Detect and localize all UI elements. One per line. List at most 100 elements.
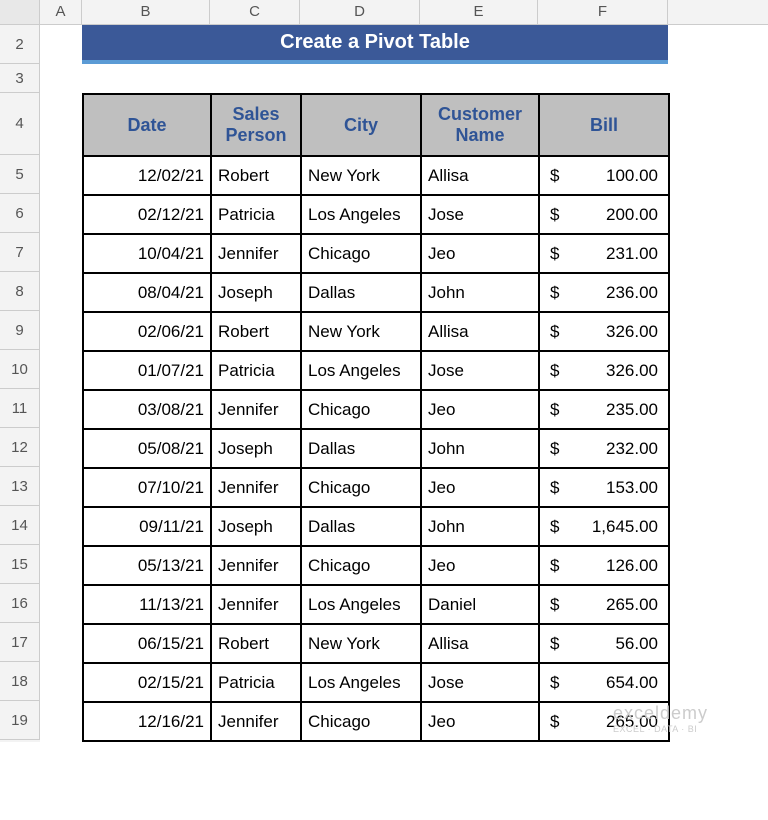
cell-customer[interactable]: Jose [421, 351, 539, 390]
header-city[interactable]: City [301, 94, 421, 156]
cell-bill[interactable]: $232.00 [539, 429, 669, 468]
cell-date[interactable]: 11/13/21 [83, 585, 211, 624]
row-header-12[interactable]: 12 [0, 428, 40, 467]
cell-city[interactable]: Dallas [301, 273, 421, 312]
cell-bill[interactable]: $200.00 [539, 195, 669, 234]
cell-date[interactable]: 12/16/21 [83, 702, 211, 741]
row-header-7[interactable]: 7 [0, 233, 40, 272]
cell-customer[interactable]: John [421, 429, 539, 468]
cell-bill[interactable]: $265.00 [539, 585, 669, 624]
cell-city[interactable]: Chicago [301, 390, 421, 429]
col-header-E[interactable]: E [420, 0, 538, 24]
cell-date[interactable]: 07/10/21 [83, 468, 211, 507]
row-3-gap[interactable] [40, 64, 768, 93]
cell-person[interactable]: Robert [211, 312, 301, 351]
cell-customer[interactable]: Jeo [421, 390, 539, 429]
cell-city[interactable]: New York [301, 624, 421, 663]
cell-person[interactable]: Joseph [211, 273, 301, 312]
cell-bill[interactable]: $236.00 [539, 273, 669, 312]
cell-customer[interactable]: Jose [421, 195, 539, 234]
row-header-15[interactable]: 15 [0, 545, 40, 584]
header-customer[interactable]: Customer Name [421, 94, 539, 156]
cell-date[interactable]: 02/15/21 [83, 663, 211, 702]
cell-date[interactable]: 05/08/21 [83, 429, 211, 468]
cell-customer[interactable]: John [421, 507, 539, 546]
cell-A2[interactable] [40, 25, 82, 64]
cell-customer[interactable]: Allisa [421, 156, 539, 195]
cell-date[interactable]: 01/07/21 [83, 351, 211, 390]
row-header-5[interactable]: 5 [0, 155, 40, 194]
cell-date[interactable]: 08/04/21 [83, 273, 211, 312]
row-header-18[interactable]: 18 [0, 662, 40, 701]
cell-bill[interactable]: $100.00 [539, 156, 669, 195]
cell-date[interactable]: 03/08/21 [83, 390, 211, 429]
cell-date[interactable]: 06/15/21 [83, 624, 211, 663]
header-sales-person[interactable]: Sales Person [211, 94, 301, 156]
row-header-6[interactable]: 6 [0, 194, 40, 233]
row-header-17[interactable]: 17 [0, 623, 40, 662]
row-header-19[interactable]: 19 [0, 701, 40, 740]
cell-person[interactable]: Patricia [211, 663, 301, 702]
cell-person[interactable]: Jennifer [211, 702, 301, 741]
cell-person[interactable]: Jennifer [211, 234, 301, 273]
cell-city[interactable]: Chicago [301, 546, 421, 585]
cell-customer[interactable]: John [421, 273, 539, 312]
row-header-13[interactable]: 13 [0, 467, 40, 506]
cell-bill[interactable]: $231.00 [539, 234, 669, 273]
cell-customer[interactable]: Allisa [421, 312, 539, 351]
cell-bill[interactable]: $56.00 [539, 624, 669, 663]
cell-date[interactable]: 02/12/21 [83, 195, 211, 234]
cell-bill[interactable]: $654.00 [539, 663, 669, 702]
cell-bill[interactable]: $153.00 [539, 468, 669, 507]
row-header-3[interactable]: 3 [0, 64, 40, 93]
cell-customer[interactable]: Jeo [421, 546, 539, 585]
title-merged-cell[interactable]: Create a Pivot Table [82, 25, 668, 64]
header-bill[interactable]: Bill [539, 94, 669, 156]
cell-city[interactable]: Chicago [301, 702, 421, 741]
cell-city[interactable]: Chicago [301, 234, 421, 273]
cell-customer[interactable]: Jeo [421, 234, 539, 273]
cell-person[interactable]: Patricia [211, 351, 301, 390]
header-date[interactable]: Date [83, 94, 211, 156]
cell-bill[interactable]: $1,645.00 [539, 507, 669, 546]
row-header-14[interactable]: 14 [0, 506, 40, 545]
cell-city[interactable]: New York [301, 156, 421, 195]
select-all-corner[interactable] [0, 0, 40, 24]
cell-city[interactable]: Dallas [301, 507, 421, 546]
cell-date[interactable]: 12/02/21 [83, 156, 211, 195]
cell-person[interactable]: Jennifer [211, 468, 301, 507]
row-header-16[interactable]: 16 [0, 584, 40, 623]
col-header-B[interactable]: B [82, 0, 210, 24]
cell-person[interactable]: Patricia [211, 195, 301, 234]
col-header-D[interactable]: D [300, 0, 420, 24]
row-header-8[interactable]: 8 [0, 272, 40, 311]
cell-bill[interactable]: $235.00 [539, 390, 669, 429]
cell-date[interactable]: 09/11/21 [83, 507, 211, 546]
row-header-4[interactable]: 4 [0, 93, 40, 155]
cell-city[interactable]: Los Angeles [301, 663, 421, 702]
cell-date[interactable]: 05/13/21 [83, 546, 211, 585]
cell-customer[interactable]: Jeo [421, 702, 539, 741]
col-header-A[interactable]: A [40, 0, 82, 24]
cell-city[interactable]: Dallas [301, 429, 421, 468]
cell-date[interactable]: 10/04/21 [83, 234, 211, 273]
cell-customer[interactable]: Jose [421, 663, 539, 702]
cell-city[interactable]: New York [301, 312, 421, 351]
cell-bill[interactable]: $326.00 [539, 351, 669, 390]
cell-person[interactable]: Jennifer [211, 546, 301, 585]
row-header-10[interactable]: 10 [0, 350, 40, 389]
col-header-F[interactable]: F [538, 0, 668, 24]
cell-city[interactable]: Los Angeles [301, 585, 421, 624]
cell-city[interactable]: Los Angeles [301, 351, 421, 390]
cell-customer[interactable]: Jeo [421, 468, 539, 507]
cell-date[interactable]: 02/06/21 [83, 312, 211, 351]
cell-city[interactable]: Chicago [301, 468, 421, 507]
cell-person[interactable]: Joseph [211, 429, 301, 468]
cell-city[interactable]: Los Angeles [301, 195, 421, 234]
cell-person[interactable]: Robert [211, 156, 301, 195]
row-header-2[interactable]: 2 [0, 25, 40, 64]
cell-person[interactable]: Joseph [211, 507, 301, 546]
row-header-9[interactable]: 9 [0, 311, 40, 350]
row-header-11[interactable]: 11 [0, 389, 40, 428]
cell-person[interactable]: Jennifer [211, 390, 301, 429]
